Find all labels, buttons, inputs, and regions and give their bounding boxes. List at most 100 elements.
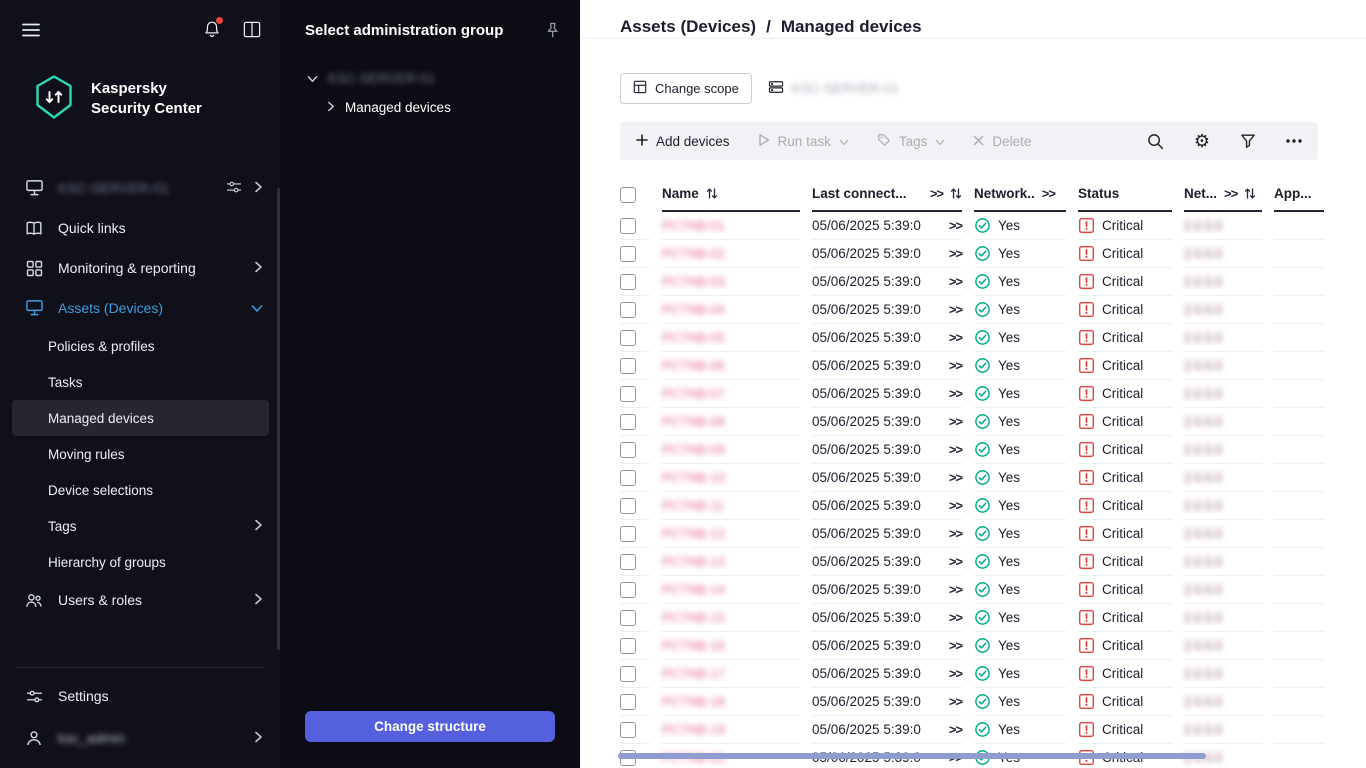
row-checkbox[interactable] (620, 386, 636, 402)
column-expand-link[interactable]: >> (1042, 186, 1055, 201)
sidebar-scrollbar[interactable] (277, 188, 280, 650)
column-expand-link[interactable]: >> (1224, 186, 1237, 201)
chevron-right-icon[interactable] (254, 180, 263, 196)
row-expand-link[interactable]: >> (949, 582, 962, 597)
table-row[interactable]: PCTNB-17 05/06/2025 5:39:0 >> Yes Critic… (620, 660, 1324, 688)
add-devices-button[interactable]: Add devices (636, 134, 730, 149)
row-expand-link[interactable]: >> (949, 274, 962, 289)
row-checkbox[interactable] (620, 302, 636, 318)
sidebar-item-tasks[interactable]: Tasks (0, 364, 281, 400)
row-expand-link[interactable]: >> (949, 442, 962, 457)
sidebar-item-managed-devices[interactable]: Managed devices (12, 400, 269, 436)
device-name-link[interactable]: PCTNB-18 (662, 694, 725, 709)
table-row[interactable]: PCTNB-08 05/06/2025 5:39:0 >> Yes Critic… (620, 408, 1324, 436)
device-name-link[interactable]: PCTNB-09 (662, 442, 725, 457)
table-row[interactable]: PCTNB-15 05/06/2025 5:39:0 >> Yes Critic… (620, 604, 1324, 632)
scope-server-chip[interactable]: KSC-SERVER-01 (768, 80, 899, 97)
horizontal-scrollbar[interactable] (618, 753, 1206, 759)
table-row[interactable]: PCTNB-06 05/06/2025 5:39:0 >> Yes Critic… (620, 352, 1324, 380)
breadcrumb-parent[interactable]: Assets (Devices) (620, 17, 756, 37)
row-checkbox[interactable] (620, 358, 636, 374)
search-icon[interactable] (1147, 133, 1164, 150)
header-status[interactable]: Status (1078, 176, 1172, 212)
device-name-link[interactable]: PCTNB-17 (662, 666, 725, 681)
table-row[interactable]: PCTNB-11 05/06/2025 5:39:0 >> Yes Critic… (620, 492, 1324, 520)
row-checkbox[interactable] (620, 694, 636, 710)
device-name-link[interactable]: PCTNB-03 (662, 274, 725, 289)
table-row[interactable]: PCTNB-18 05/06/2025 5:39:0 >> Yes Critic… (620, 688, 1324, 716)
device-name-link[interactable]: PCTNB-13 (662, 554, 725, 569)
tags-button[interactable]: Tags (877, 133, 946, 150)
row-checkbox[interactable] (620, 470, 636, 486)
sidebar-item-moving-rules[interactable]: Moving rules (0, 436, 281, 472)
table-row[interactable]: PCTNB-19 05/06/2025 5:39:0 >> Yes Critic… (620, 716, 1324, 744)
table-row[interactable]: PCTNB-04 05/06/2025 5:39:0 >> Yes Critic… (620, 296, 1324, 324)
row-expand-link[interactable]: >> (949, 246, 962, 261)
row-expand-link[interactable]: >> (949, 358, 962, 373)
column-expand-link[interactable]: >> (930, 186, 943, 201)
run-task-button[interactable]: Run task (758, 133, 849, 150)
row-checkbox[interactable] (620, 218, 636, 234)
row-expand-link[interactable]: >> (949, 470, 962, 485)
filter-funnel-icon[interactable] (1240, 133, 1256, 149)
delete-button[interactable]: Delete (973, 134, 1031, 149)
sidebar-item-monitoring[interactable]: Monitoring & reporting (0, 248, 281, 288)
table-row[interactable]: PCTNB-07 05/06/2025 5:39:0 >> Yes Critic… (620, 380, 1324, 408)
header-application[interactable]: App... (1274, 176, 1324, 212)
sort-icon[interactable] (706, 187, 718, 200)
table-row[interactable]: PCTNB-16 05/06/2025 5:39:0 >> Yes Critic… (620, 632, 1324, 660)
change-structure-button[interactable]: Change structure (305, 711, 555, 742)
row-expand-link[interactable]: >> (949, 554, 962, 569)
header-network-visible[interactable]: Network.. >> (974, 176, 1066, 212)
row-expand-link[interactable]: >> (949, 722, 962, 737)
device-name-link[interactable]: PCTNB-01 (662, 218, 725, 233)
gear-icon[interactable]: ⚙ (1194, 132, 1210, 150)
row-checkbox[interactable] (620, 442, 636, 458)
table-row[interactable]: PCTNB-09 05/06/2025 5:39:0 >> Yes Critic… (620, 436, 1324, 464)
sidebar-item-quick-links[interactable]: Quick links (0, 208, 281, 248)
tree-root-node[interactable]: KSC-SERVER-01 (281, 65, 580, 92)
sidebar-item-account[interactable]: ksc_admin (0, 716, 281, 760)
table-row[interactable]: PCTNB-13 05/06/2025 5:39:0 >> Yes Critic… (620, 548, 1324, 576)
header-last-connection[interactable]: Last connect... >> (812, 176, 962, 212)
sidebar-item-users-roles[interactable]: Users & roles (0, 580, 281, 620)
sidebar-item-device-selections[interactable]: Device selections (0, 472, 281, 508)
row-checkbox[interactable] (620, 610, 636, 626)
pin-icon[interactable] (545, 22, 560, 38)
row-checkbox[interactable] (620, 330, 636, 346)
row-checkbox[interactable] (620, 554, 636, 570)
server-properties-icon[interactable] (226, 180, 242, 197)
row-expand-link[interactable]: >> (949, 666, 962, 681)
sort-icon[interactable] (1244, 187, 1256, 200)
table-row[interactable]: PCTNB-14 05/06/2025 5:39:0 >> Yes Critic… (620, 576, 1324, 604)
sidebar-item-tags[interactable]: Tags (0, 508, 281, 544)
table-row[interactable]: PCTNB-12 05/06/2025 5:39:0 >> Yes Critic… (620, 520, 1324, 548)
device-name-link[interactable]: PCTNB-16 (662, 638, 725, 653)
row-checkbox[interactable] (620, 246, 636, 262)
table-row[interactable]: PCTNB-10 05/06/2025 5:39:0 >> Yes Critic… (620, 464, 1324, 492)
row-expand-link[interactable]: >> (949, 302, 962, 317)
hamburger-menu-icon[interactable] (22, 23, 40, 37)
more-options-icon[interactable] (1286, 139, 1302, 143)
tree-node-managed-devices[interactable]: Managed devices (281, 92, 580, 123)
device-name-link[interactable]: PCTNB-05 (662, 330, 725, 345)
device-name-link[interactable]: PCTNB-11 (662, 498, 724, 513)
device-name-link[interactable]: PCTNB-04 (662, 302, 725, 317)
device-name-link[interactable]: PCTNB-10 (662, 470, 725, 485)
device-name-link[interactable]: PCTNB-15 (662, 610, 725, 625)
sidebar-item-assets[interactable]: Assets (Devices) (0, 288, 281, 328)
sidebar-item-hierarchy-of-groups[interactable]: Hierarchy of groups (0, 544, 281, 580)
help-panel-icon[interactable] (243, 21, 261, 38)
chevron-down-icon[interactable] (307, 71, 318, 86)
header-name[interactable]: Name (662, 176, 800, 212)
row-expand-link[interactable]: >> (949, 498, 962, 513)
header-net-agent[interactable]: Net... >> (1184, 176, 1262, 212)
row-expand-link[interactable]: >> (949, 330, 962, 345)
sidebar-item-policies-profiles[interactable]: Policies & profiles (0, 328, 281, 364)
table-row[interactable]: PCTNB-03 05/06/2025 5:39:0 >> Yes Critic… (620, 268, 1324, 296)
change-scope-button[interactable]: Change scope (620, 73, 752, 104)
row-expand-link[interactable]: >> (949, 638, 962, 653)
device-name-link[interactable]: PCTNB-19 (662, 722, 725, 737)
row-checkbox[interactable] (620, 722, 636, 738)
row-expand-link[interactable]: >> (949, 386, 962, 401)
